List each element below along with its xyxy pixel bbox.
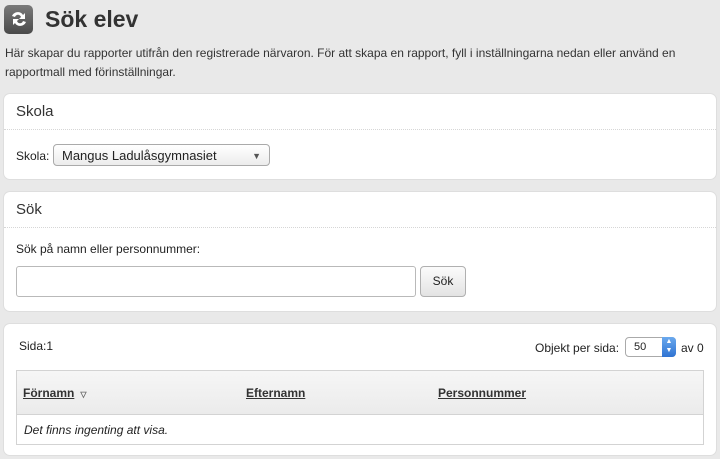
page-title: Sök elev xyxy=(45,5,139,32)
column-header-fornamn[interactable]: Förnamn ▽ xyxy=(23,386,87,400)
results-panel: Sida:1 Objekt per sida: 50 ▲ ▼ av 0 Förna… xyxy=(4,324,716,455)
column-header-efternamn[interactable]: Efternamn xyxy=(246,386,305,400)
stepper-icon: ▲ ▼ xyxy=(662,337,676,357)
search-panel: Sök Sök på namn eller personnummer: Sök xyxy=(4,192,716,311)
search-panel-title: Sök xyxy=(4,192,716,228)
empty-message: Det finns ingenting att visa. xyxy=(24,423,169,437)
search-button[interactable]: Sök xyxy=(420,266,466,297)
search-label: Sök på namn eller personnummer: xyxy=(16,242,201,256)
column-header-personnummer[interactable]: Personnummer xyxy=(438,386,526,400)
page-indicator: Sida:1 xyxy=(19,339,54,353)
total-count: av 0 xyxy=(681,341,704,355)
chevron-down-icon: ▼ xyxy=(252,151,261,161)
search-input[interactable] xyxy=(16,266,416,297)
school-label: Skola: xyxy=(16,149,50,163)
per-page-select[interactable]: 50 ▲ ▼ xyxy=(625,337,676,357)
sort-down-icon: ▽ xyxy=(80,390,87,399)
results-table: Förnamn ▽ Efternamn Personnummer Det finn… xyxy=(16,370,704,445)
school-select[interactable]: Mangus Ladulåsgymnasiet ▼ xyxy=(53,144,270,166)
school-panel: Skola Skola: Mangus Ladulåsgymnasiet ▼ xyxy=(4,94,716,179)
table-header: Förnamn ▽ Efternamn Personnummer xyxy=(17,371,703,415)
school-panel-title: Skola xyxy=(4,94,716,130)
school-select-value: Mangus Ladulåsgymnasiet xyxy=(62,148,217,163)
per-page-value: 50 xyxy=(634,341,647,353)
intro-text: Här skapar du rapporter utifrån den regi… xyxy=(5,46,676,79)
arrows-swap-icon xyxy=(4,4,33,34)
column-label: Förnamn xyxy=(23,386,75,400)
page-header: Sök elev xyxy=(4,4,138,34)
per-page-label: Objekt per sida: xyxy=(535,341,620,355)
